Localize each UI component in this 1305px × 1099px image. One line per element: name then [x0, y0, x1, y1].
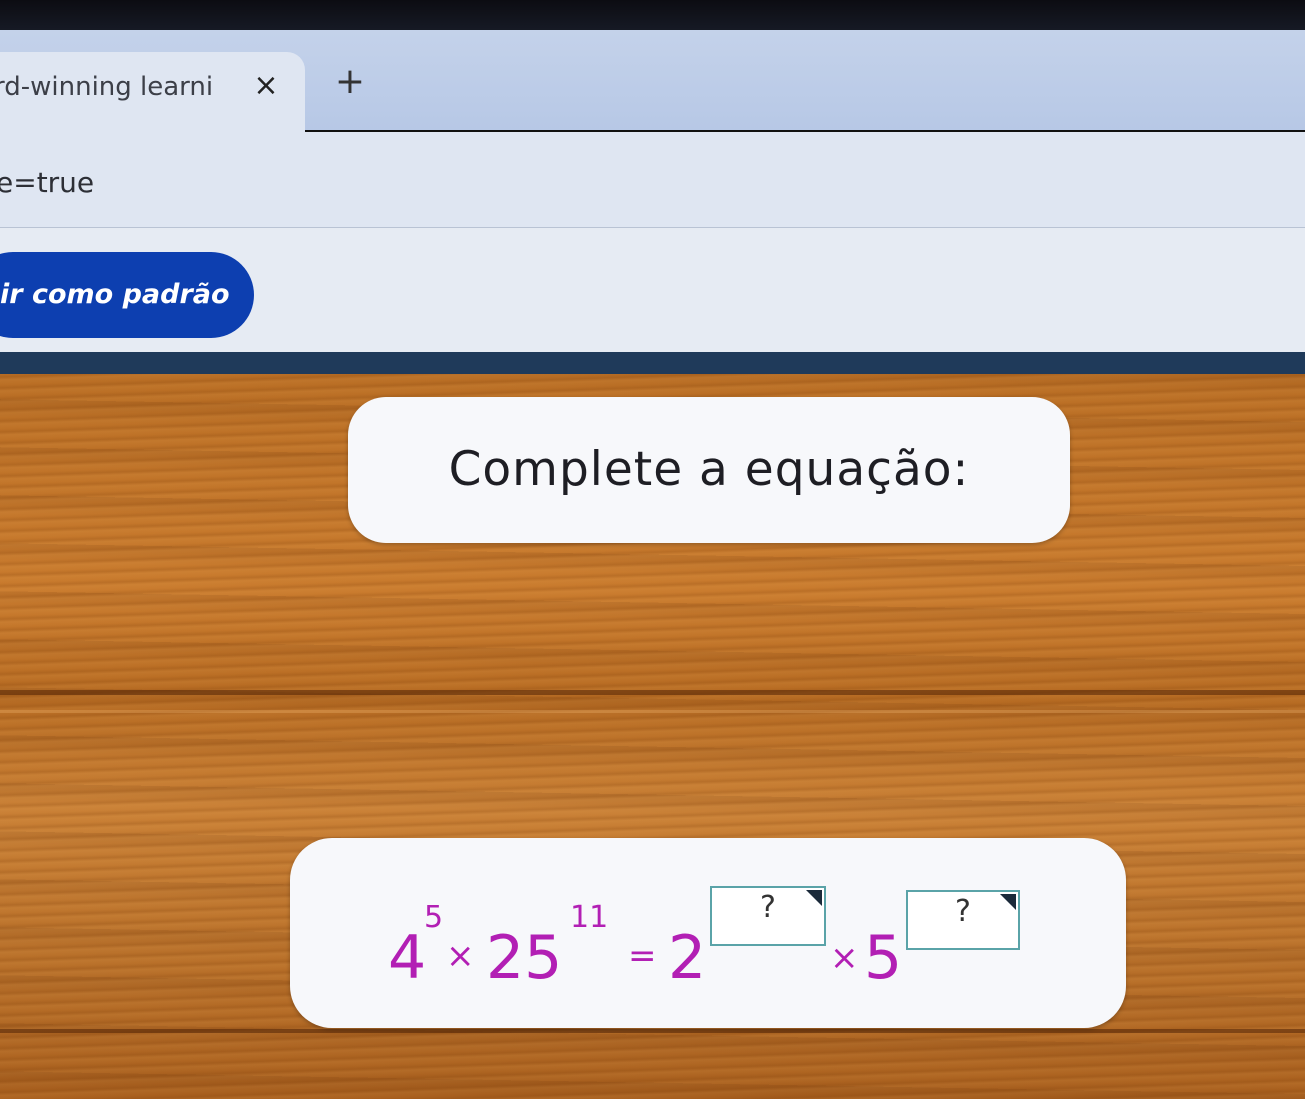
- dropdown-corner-icon: [806, 890, 822, 906]
- rhs-base-2: 2: [668, 923, 707, 993]
- term2-base: 25: [486, 923, 563, 993]
- prompt-text: Complete a equação:: [448, 442, 970, 497]
- term1-base: 4: [388, 923, 427, 993]
- close-icon[interactable]: ×: [250, 70, 282, 102]
- dropdown-corner-icon: [1000, 894, 1016, 910]
- times-symbol: ×: [830, 938, 859, 978]
- term1-exponent: 5: [424, 900, 444, 935]
- new-tab-icon[interactable]: +: [330, 62, 370, 102]
- term2-exponent: 11: [570, 900, 609, 935]
- plank-seam: [0, 710, 1305, 713]
- times-symbol: ×: [446, 936, 475, 976]
- plank-seam: [0, 1029, 1305, 1033]
- url-text[interactable]: e=true: [0, 166, 94, 199]
- address-bar[interactable]: e=true: [0, 132, 1305, 228]
- set-default-button[interactable]: ir como padrão: [0, 252, 254, 338]
- tab-title: rd-winning learnin: [0, 72, 212, 102]
- rhs-base-5: 5: [864, 923, 903, 993]
- info-bar: ir como padrão: [0, 228, 1305, 354]
- equation-card: 4 5 × 25 11 = 2 ? × 5 ?: [290, 838, 1126, 1028]
- exponent-answer-box-1[interactable]: ?: [710, 886, 826, 946]
- exponent-answer-box-2[interactable]: ?: [906, 890, 1020, 950]
- browser-tab[interactable]: rd-winning learnin ×: [0, 52, 305, 132]
- equals-symbol: =: [628, 936, 657, 976]
- prompt-card: Complete a equação:: [348, 397, 1070, 543]
- page-top-divider: [0, 352, 1305, 374]
- plank-seam: [0, 690, 1305, 695]
- screen: rd-winning learnin × + e=true ir como pa…: [0, 0, 1305, 1099]
